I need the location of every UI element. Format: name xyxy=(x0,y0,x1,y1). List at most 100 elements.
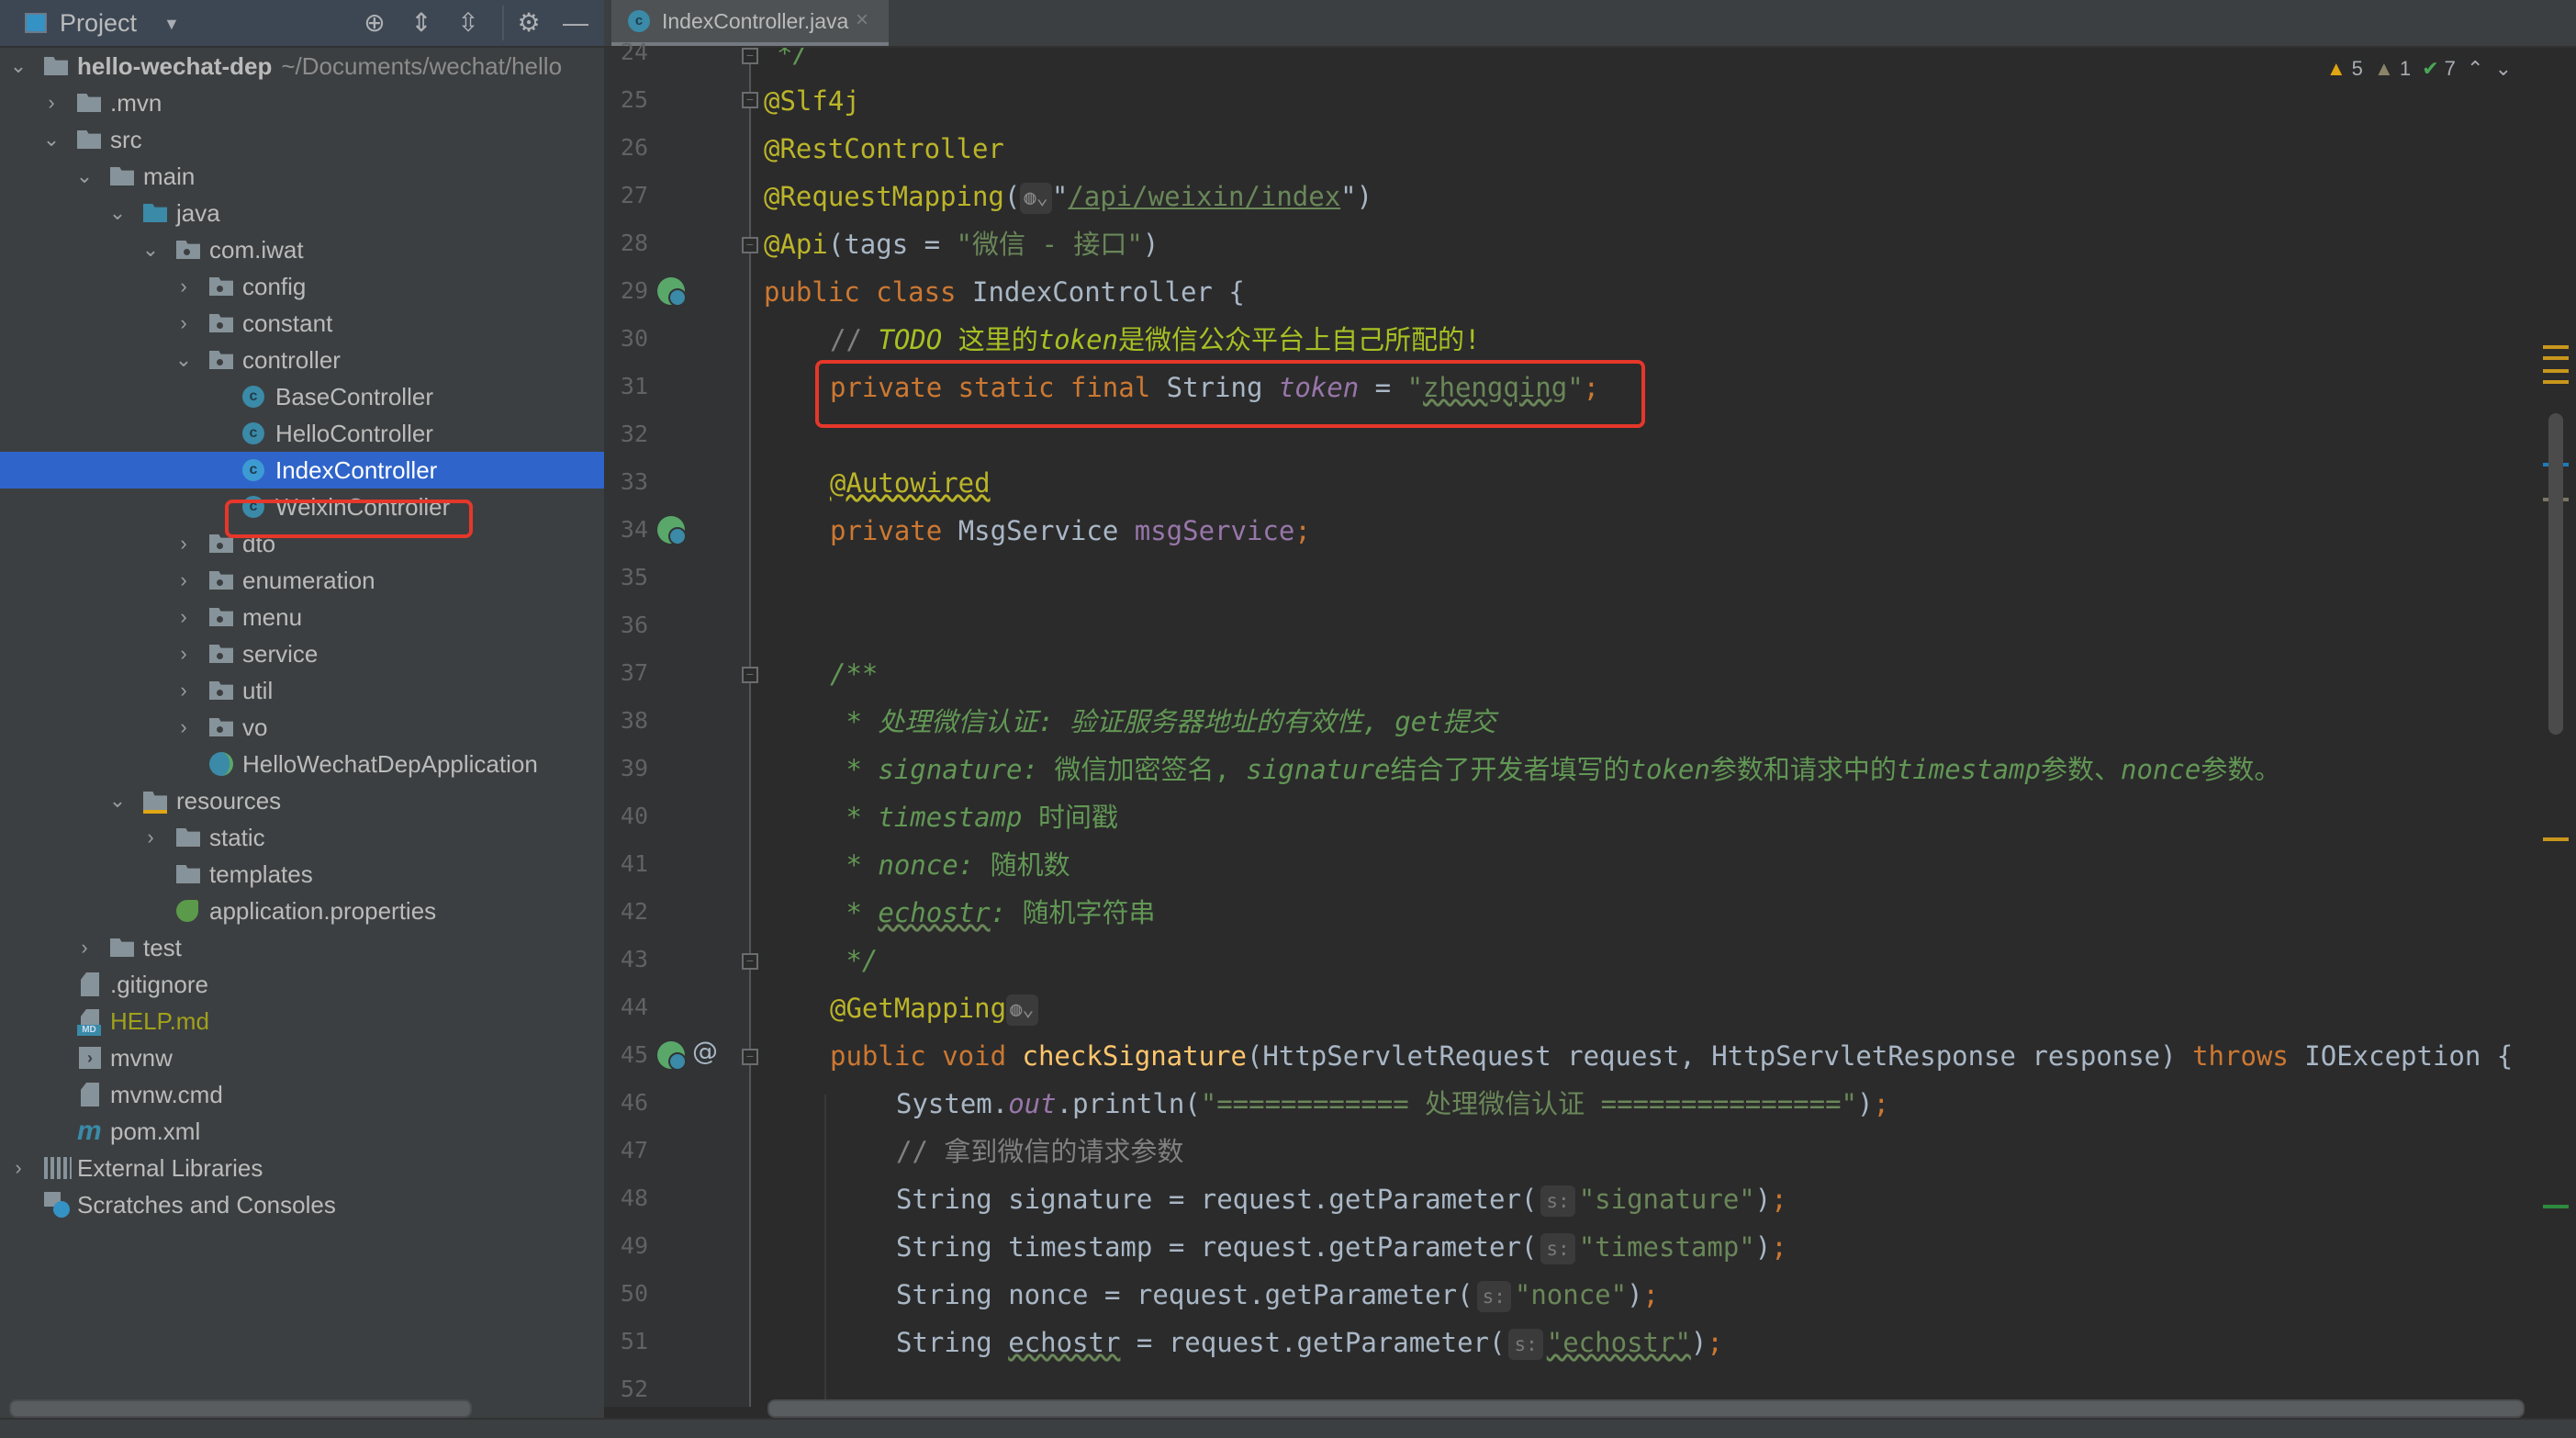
warning-marker[interactable] xyxy=(2543,837,2569,841)
tree-item-service[interactable]: › service xyxy=(0,635,604,672)
libraries-icon xyxy=(44,1157,72,1179)
project-view-title[interactable]: Project xyxy=(60,9,137,38)
tree-item-resources[interactable]: ⌄ resources xyxy=(0,782,604,819)
chevron-right-icon[interactable]: › xyxy=(174,635,193,672)
code-token: * nonce: xyxy=(830,849,991,881)
tree-item-vo[interactable]: › vo xyxy=(0,709,604,746)
code-line-24: */ xyxy=(777,48,809,77)
fold-marker-icon[interactable]: − xyxy=(742,92,758,108)
tree-item-mvnw-cmd[interactable]: mvnw.cmd xyxy=(0,1076,604,1113)
warning-marker[interactable] xyxy=(2543,380,2569,384)
next-highlight-icon[interactable]: ⌄ xyxy=(2495,57,2512,80)
tree-item-mvnw[interactable]: › mvnw xyxy=(0,1039,604,1076)
expand-all-icon[interactable]: ⇕ xyxy=(405,7,438,39)
chevron-right-icon[interactable]: › xyxy=(75,929,94,966)
chevron-down-icon[interactable]: ⌄ xyxy=(108,195,127,231)
parameter-hint: s: xyxy=(1540,1185,1575,1217)
warning-marker[interactable] xyxy=(2543,345,2569,349)
chevron-right-icon[interactable]: › xyxy=(174,562,193,599)
chevron-down-icon[interactable]: ⌄ xyxy=(174,342,193,378)
selection-highlight-box xyxy=(225,500,473,538)
editor-horizontal-scrollbar[interactable] xyxy=(767,1399,2525,1418)
chevron-right-icon[interactable]: › xyxy=(9,1150,28,1186)
tree-item-menu[interactable]: › menu xyxy=(0,599,604,635)
fold-marker-icon[interactable]: − xyxy=(742,48,758,64)
tree-item-index-controller[interactable]: c IndexController xyxy=(0,452,604,489)
chevron-down-icon[interactable]: ▼ xyxy=(163,15,180,34)
tab-index-controller[interactable]: c IndexController.java × xyxy=(611,0,889,46)
chevron-right-icon[interactable]: › xyxy=(141,819,160,856)
tree-item-src[interactable]: ⌄ src xyxy=(0,121,604,158)
tree-item-templates[interactable]: templates xyxy=(0,856,604,893)
chevron-right-icon[interactable]: › xyxy=(42,84,61,121)
chevron-down-icon[interactable]: ⌄ xyxy=(42,121,61,158)
tree-item-base-controller[interactable]: c BaseController xyxy=(0,378,604,415)
fold-marker-icon[interactable]: − xyxy=(742,667,758,683)
globe-icon[interactable]: ◍⌄ xyxy=(1006,994,1038,1026)
tree-item-static[interactable]: › static xyxy=(0,819,604,856)
tree-item-gitignore[interactable]: .gitignore xyxy=(0,966,604,1003)
tree-root[interactable]: ⌄ hello-wechat-dep ~/Documents/wechat/hel… xyxy=(0,48,604,84)
line-number: 32 xyxy=(620,421,648,447)
tree-item-mvn[interactable]: › .mvn xyxy=(0,84,604,121)
tree-item-help-md[interactable]: MD HELP.md xyxy=(0,1003,604,1039)
tree-item-external-libraries[interactable]: › External Libraries xyxy=(0,1150,604,1186)
annotation-gutter-icon[interactable]: @ xyxy=(691,1038,719,1065)
chevron-down-icon[interactable]: ⌄ xyxy=(141,231,160,268)
tree-item-scratches[interactable]: Scratches and Consoles xyxy=(0,1186,604,1223)
fold-marker-icon[interactable]: − xyxy=(742,1049,758,1065)
code-token: String xyxy=(896,1327,1009,1358)
chevron-right-icon[interactable]: › xyxy=(174,525,193,562)
tree-item-enumeration[interactable]: › enumeration xyxy=(0,562,604,599)
tree-item-constant[interactable]: › constant xyxy=(0,305,604,342)
autowired-gutter-icon[interactable] xyxy=(657,516,687,545)
gear-icon[interactable]: ⚙ xyxy=(512,7,545,39)
close-icon[interactable]: × xyxy=(856,7,868,33)
package-icon xyxy=(176,241,200,259)
tree-item-com-iwat[interactable]: ⌄ com.iwat xyxy=(0,231,604,268)
endpoint-gutter-icon[interactable] xyxy=(657,1041,687,1071)
warning-marker[interactable] xyxy=(2543,369,2569,373)
code-token: 参数、 xyxy=(2040,754,2121,785)
collapse-all-icon[interactable]: ⇳ xyxy=(452,7,485,39)
code-token: ; xyxy=(1873,1088,1889,1119)
chevron-down-icon[interactable]: ⌄ xyxy=(9,48,28,84)
sidebar-horizontal-scrollbar[interactable] xyxy=(9,1399,472,1418)
typo-marker[interactable] xyxy=(2543,1205,2569,1208)
package-icon xyxy=(209,681,233,700)
tree-item-java[interactable]: ⌄ java xyxy=(0,195,604,231)
chevron-right-icon[interactable]: › xyxy=(174,305,193,342)
tree-item-application-properties[interactable]: application.properties xyxy=(0,893,604,929)
tree-item-application-class[interactable]: HelloWechatDepApplication xyxy=(0,746,604,782)
url-string[interactable]: /api/weixin/index xyxy=(1068,181,1340,212)
chevron-down-icon[interactable]: ⌄ xyxy=(75,158,94,195)
warning-marker[interactable] xyxy=(2543,356,2569,360)
tree-item-config[interactable]: › config xyxy=(0,268,604,305)
tree-item-pom-xml[interactable]: m pom.xml xyxy=(0,1113,604,1150)
chevron-right-icon[interactable]: › xyxy=(174,672,193,709)
fold-marker-icon[interactable]: − xyxy=(742,237,758,253)
previous-highlight-icon[interactable]: ⌃ xyxy=(2467,57,2483,80)
code-line-48: String signature = request.getParameter(… xyxy=(896,1184,1787,1217)
chevron-down-icon[interactable]: ⌄ xyxy=(108,782,127,819)
editor-vertical-scrollbar[interactable] xyxy=(2548,413,2563,735)
locate-icon[interactable]: ⊕ xyxy=(358,7,391,39)
tree-item-label: java xyxy=(176,199,220,227)
tree-item-controller[interactable]: ⌄ controller xyxy=(0,342,604,378)
chevron-right-icon[interactable]: › xyxy=(174,268,193,305)
code-token: ; xyxy=(1771,1184,1787,1215)
line-number: 48 xyxy=(620,1185,648,1211)
chevron-right-icon[interactable]: › xyxy=(174,599,193,635)
chevron-right-icon[interactable]: › xyxy=(174,709,193,746)
fold-marker-icon[interactable]: − xyxy=(742,953,758,970)
tree-item-util[interactable]: › util xyxy=(0,672,604,709)
tree-item-label: enumeration xyxy=(242,567,375,594)
code-editor[interactable]: */ @Slf4j @RestController @RequestMappin… xyxy=(764,48,2545,1407)
minimize-icon[interactable]: — xyxy=(559,7,592,39)
globe-icon[interactable]: ◍⌄ xyxy=(1020,183,1052,214)
inspection-widget[interactable]: ▲ 5 ▲ 1 ✔ 7 ⌃ ⌄ xyxy=(2321,57,2512,81)
tree-item-main[interactable]: ⌄ main xyxy=(0,158,604,195)
spring-bean-gutter-icon[interactable] xyxy=(657,277,687,307)
tree-item-hello-controller[interactable]: c HelloController xyxy=(0,415,604,452)
tree-item-test[interactable]: › test xyxy=(0,929,604,966)
